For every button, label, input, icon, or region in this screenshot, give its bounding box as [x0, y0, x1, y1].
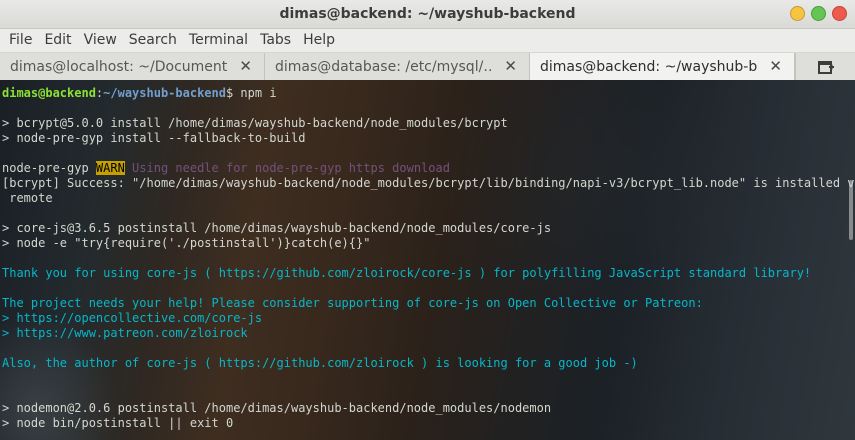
- tab-label: dimas@localhost: ~/Document…: [10, 58, 228, 75]
- output-line: > node-pre-gyp install --fallback-to-bui…: [2, 131, 306, 145]
- new-tab-button[interactable]: [795, 53, 855, 80]
- output-line: > node -e "try{require('./postinstall')}…: [2, 236, 371, 250]
- tab-bar: dimas@localhost: ~/Document… ✕ dimas@dat…: [0, 53, 855, 81]
- menu-terminal[interactable]: Terminal: [183, 29, 254, 52]
- menu-bar: File Edit View Search Terminal Tabs Help: [0, 29, 855, 53]
- scrollbar-thumb[interactable]: [849, 180, 853, 240]
- prompt-user: dimas@backend: [2, 86, 96, 100]
- close-icon[interactable]: ✕: [504, 57, 517, 75]
- terminal-output[interactable]: dimas@backend:~/wayshub-backend$ npm i > …: [0, 80, 855, 440]
- menu-view[interactable]: View: [78, 29, 123, 52]
- close-window-button[interactable]: [832, 6, 847, 21]
- menu-search[interactable]: Search: [123, 29, 183, 52]
- warn-badge: WARN: [95, 161, 125, 175]
- menu-file[interactable]: File: [3, 29, 38, 52]
- new-tab-icon: [817, 60, 834, 74]
- tab-localhost[interactable]: dimas@localhost: ~/Document… ✕: [0, 53, 265, 80]
- output-line: The project needs your help! Please cons…: [2, 296, 703, 310]
- prompt-path: ~/wayshub-backend: [103, 86, 226, 100]
- prompt-command: $ npm i: [225, 86, 277, 100]
- window-controls: [790, 6, 847, 21]
- close-icon[interactable]: ✕: [769, 57, 782, 75]
- output-line: Thank you for using core-js ( https://gi…: [2, 266, 812, 280]
- output-line: > bcrypt@5.0.0 install /home/dimas/waysh…: [2, 116, 508, 130]
- minimize-button[interactable]: [790, 6, 805, 21]
- output-line: > nodemon@2.0.6 postinstall /home/dimas/…: [2, 401, 552, 415]
- warn-prefix: node-pre-gyp: [2, 161, 96, 175]
- menu-help[interactable]: Help: [297, 29, 341, 52]
- tab-label: dimas@backend: ~/wayshub-b…: [540, 58, 758, 75]
- maximize-button[interactable]: [811, 6, 826, 21]
- output-line: > https://www.patreon.com/zloirock: [2, 326, 248, 340]
- scrollbar[interactable]: [846, 180, 855, 240]
- menu-edit[interactable]: Edit: [38, 29, 77, 52]
- window-title: dimas@backend: ~/wayshub-backend: [279, 6, 576, 22]
- warn-line: node-pre-gyp WARN Using needle for node-…: [2, 161, 855, 176]
- title-bar[interactable]: dimas@backend: ~/wayshub-backend: [0, 0, 855, 29]
- tab-database[interactable]: dimas@database: /etc/mysql/… ✕: [265, 53, 530, 80]
- terminal-window: dimas@backend: ~/wayshub-backend File Ed…: [0, 0, 855, 440]
- tab-backend[interactable]: dimas@backend: ~/wayshub-b… ✕: [530, 53, 795, 80]
- close-icon[interactable]: ✕: [239, 57, 252, 75]
- output-line: remote: [2, 191, 53, 205]
- tab-label: dimas@database: /etc/mysql/…: [275, 58, 493, 75]
- menu-tabs[interactable]: Tabs: [254, 29, 297, 52]
- output-line: Also, the author of core-js ( https://gi…: [2, 356, 638, 370]
- output-line: > node bin/postinstall || exit 0: [2, 416, 234, 430]
- prompt-line: dimas@backend:~/wayshub-backend$ npm i: [2, 86, 855, 101]
- output-line: > https://opencollective.com/core-js: [2, 311, 263, 325]
- output-line: > core-js@3.6.5 postinstall /home/dimas/…: [2, 221, 552, 235]
- warn-message: Using needle for node-pre-gyp https down…: [124, 161, 450, 175]
- output-line: [bcrypt] Success: "/home/dimas/wayshub-b…: [2, 176, 855, 190]
- terminal-text: dimas@backend:~/wayshub-backend$ npm i > …: [0, 80, 855, 431]
